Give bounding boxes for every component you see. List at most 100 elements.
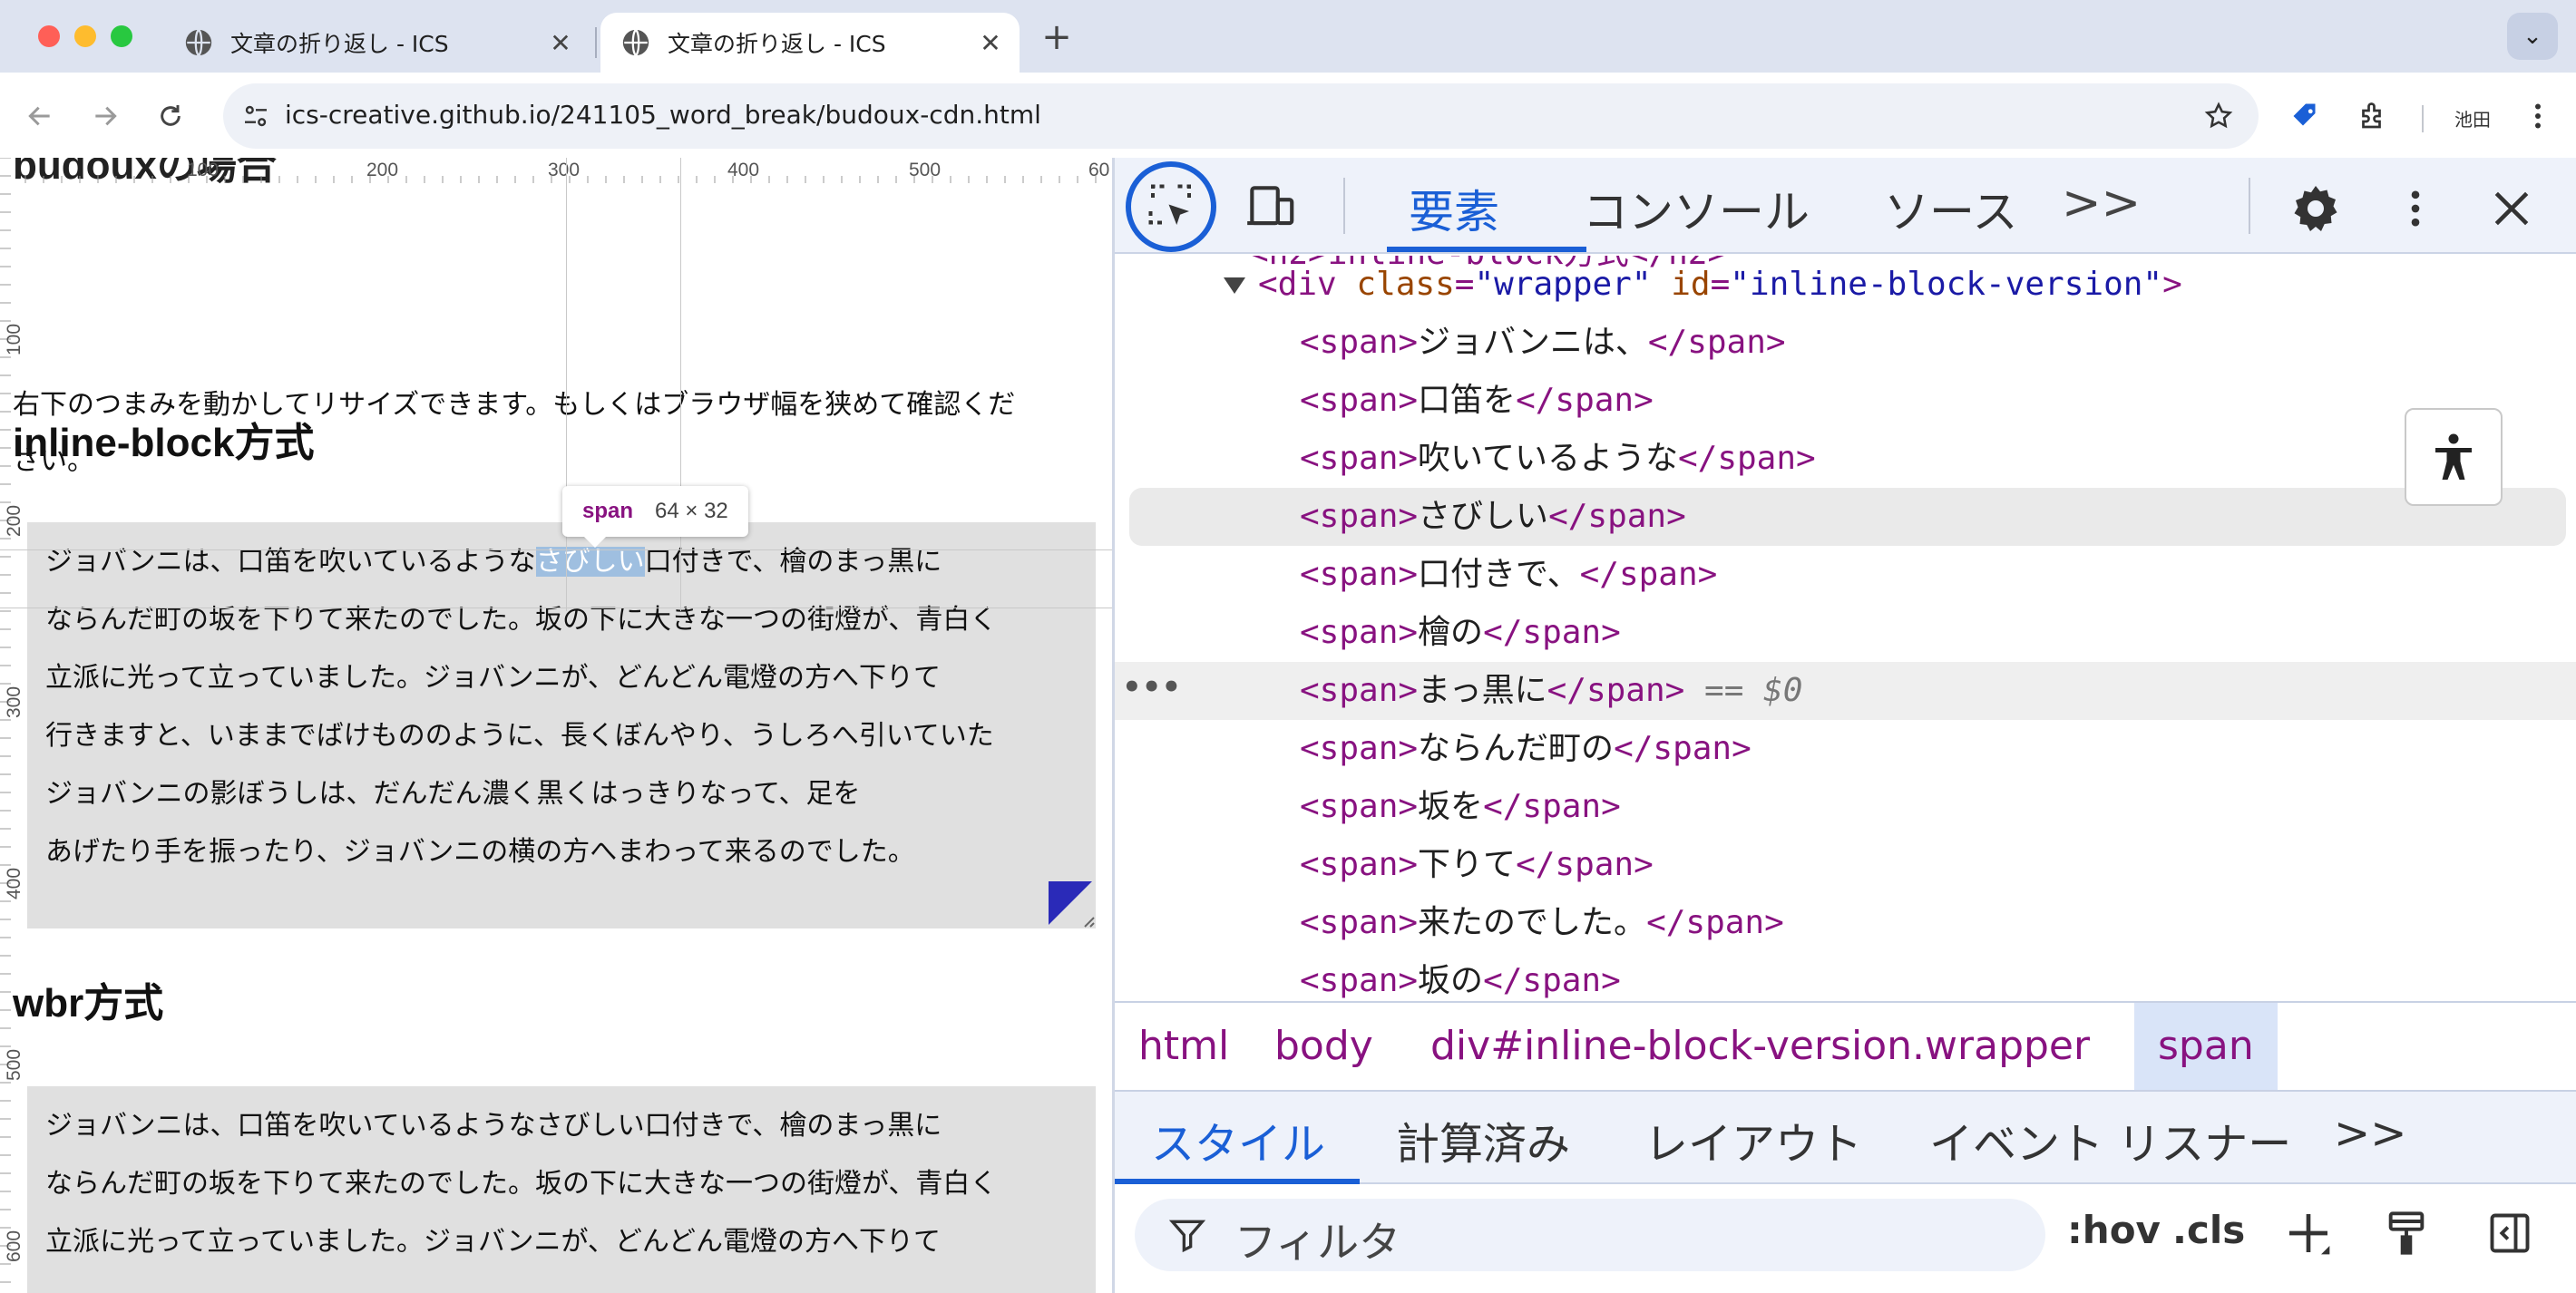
dom-attr-value: "wrapper" (1474, 266, 1652, 303)
active-tab-underline (1387, 247, 1586, 252)
dom-text: 檜の (1418, 614, 1484, 651)
browser-tab-1[interactable]: 文章の折り返し - ICS ✕ (163, 13, 590, 73)
breadcrumb-span[interactable]: span (2134, 1003, 2278, 1090)
toggle-sidebar-button[interactable] (2481, 1204, 2539, 1262)
extensions-puzzle-icon[interactable] (2349, 92, 2396, 140)
node-actions-icon[interactable]: ••• (1122, 669, 1181, 705)
new-style-rule-button[interactable] (2279, 1204, 2337, 1262)
globe-icon (185, 29, 212, 56)
tab-computed[interactable]: 計算済み (1396, 1108, 1570, 1171)
tab-console[interactable]: コンソール (1583, 176, 1810, 241)
breadcrumb-html[interactable]: html (1115, 1003, 1253, 1090)
profile-button[interactable]: 池田 (2454, 105, 2491, 131)
tab-close-icon[interactable]: ✕ (972, 28, 1009, 58)
active-tab-underline (1115, 1179, 1360, 1184)
dom-node-span[interactable]: <span>下りて</span> (1115, 836, 2576, 894)
inspect-element-button[interactable] (1126, 161, 1216, 252)
devtools-menu-button[interactable] (2386, 180, 2444, 238)
breadcrumb-body[interactable]: body (1251, 1003, 1397, 1090)
wrapper-line: ならんだ町の坂を下りて来たのでした。坂の下に大きな一つの街燈が、青白く (45, 605, 998, 635)
reload-icon (161, 105, 181, 126)
browser-menu-icon[interactable] (2514, 92, 2561, 140)
rendering-emulation-button[interactable] (2377, 1204, 2435, 1262)
browser-tab-2-active[interactable]: 文章の折り返し - ICS ✕ (600, 13, 1020, 73)
dom-attr-name: id (1671, 266, 1711, 303)
breadcrumb-wrapper[interactable]: div#inline-block-version.wrapper (1407, 1003, 2113, 1090)
settings-button[interactable] (2287, 180, 2345, 238)
back-button[interactable] (18, 94, 62, 138)
toolbar-divider (2249, 178, 2250, 234)
device-toolbar-button[interactable] (1242, 178, 1300, 236)
expand-caret-icon[interactable] (1224, 277, 1245, 294)
ruler-label: 300 (548, 160, 581, 180)
inspector-tooltip: span 64 × 32 (562, 486, 748, 537)
browser-toolbar: ics-creative.github.io/241105_word_break… (0, 73, 2576, 158)
devtools-toolbar: 要素 コンソール ソース >> (1115, 158, 2576, 254)
dom-node-span[interactable]: <span>坂を</span> (1115, 778, 2576, 836)
toolbar-divider (2422, 105, 2424, 132)
wrapper-line: 立派に光って立っていました。ジョバンニが、どんどん電燈の方へ下りて (45, 1227, 941, 1257)
kebab-menu-icon (2411, 190, 2420, 227)
dom-node-span[interactable]: <span>坂の</span> (1115, 952, 2576, 1001)
filter-icon (1168, 1220, 1206, 1253)
tab-close-icon[interactable]: ✕ (542, 28, 579, 58)
dom-node-span[interactable]: <span>来たのでした。</span> (1115, 894, 2576, 952)
filter-input[interactable]: フィルタ (1135, 1199, 2045, 1271)
more-tabs-button[interactable]: >> (2062, 176, 2141, 230)
dom-text: 口付きで、 (1418, 556, 1580, 593)
dom-text: > (2162, 266, 2182, 303)
dom-attr-name: class (1356, 266, 1455, 303)
dom-node-span[interactable]: <span>ジョバンニは、</span> (1115, 314, 2576, 372)
wrapper-line: 行きますと、いままでばけもののように、長くぼんやり、うしろへ引いていた (45, 721, 994, 751)
bookmark-star-icon[interactable] (2199, 96, 2239, 136)
selected-node-marker: == $0 (1704, 672, 1803, 709)
window-minimize-button[interactable] (74, 25, 96, 47)
window-close-button[interactable] (38, 25, 60, 47)
wrapper-line: ジョバンニは、口笛を吹いているようなさびしい口付きで、檜のまっ黒に (45, 1111, 942, 1141)
dom-node-span[interactable]: <span>檜の</span> (1115, 604, 2576, 662)
inspector-guide-line (0, 549, 1112, 550)
tab-search-button[interactable]: ⌄ (2507, 13, 2558, 60)
more-style-tabs-button[interactable]: >> (2334, 1108, 2406, 1159)
device-icon (1247, 186, 1294, 226)
window-zoom-button[interactable] (111, 25, 132, 47)
resize-handle[interactable] (1049, 881, 1096, 928)
dom-text: ならんだ町の (1418, 730, 1615, 767)
address-bar[interactable]: ics-creative.github.io/241105_word_break… (223, 83, 2259, 149)
reload-button[interactable] (149, 94, 192, 138)
wrapper-line: ならんだ町の坂を下りて来たのでした。坂の下に大きな一つの街燈が、青白く (45, 1169, 998, 1199)
dom-text: <div (1258, 266, 1337, 303)
wrapper-line: ジョバンニの影ぼうしは、だんだん濃く黒くはっきりなって、足を (45, 779, 861, 809)
tooltip-arrow (582, 535, 608, 548)
extension-tag-icon[interactable] (2282, 92, 2329, 140)
tab-elements[interactable]: 要素 (1409, 176, 1499, 241)
cls-toggle[interactable]: .cls (2172, 1208, 2245, 1252)
forward-button[interactable] (83, 94, 127, 138)
inspect-cursor-icon (1148, 184, 1191, 225)
ruler-label: 200 (366, 160, 399, 180)
new-tab-button[interactable]: + (1034, 15, 1079, 60)
dom-node-span[interactable]: <span>口笛を</span> (1115, 372, 2576, 430)
tab-sources[interactable]: ソース (1884, 176, 2018, 241)
accessibility-tree-button[interactable] (2405, 408, 2503, 506)
dom-text: 下りて (1418, 846, 1517, 883)
tab-strip: 文章の折り返し - ICS ✕ 文章の折り返し - ICS ✕ + ⌄ (0, 0, 2576, 73)
devtools-panel: 要素 コンソール ソース >> <h2>inline-block方式</h2> … (1112, 158, 2576, 1293)
ruler-label: 500 (909, 160, 942, 180)
dom-node-span[interactable]: <span>ならんだ町の</span> (1115, 720, 2576, 778)
accessibility-icon (2435, 433, 2472, 480)
dom-node-span-selected[interactable]: <span>まっ黒に</span> == $0 (1115, 662, 2576, 720)
dom-node-span-hovered[interactable]: <span>さびしい</span> (1129, 488, 2566, 546)
site-info-icon[interactable] (236, 96, 276, 136)
wrapper-line: 立派に光って立っていました。ジョバンニが、どんどん電燈の方へ下りて (45, 663, 941, 693)
tab-styles[interactable]: スタイル (1151, 1108, 1325, 1171)
text-segment: ジョバンニは、口笛を吹いているような (45, 547, 536, 577)
tab-layout[interactable]: レイアウト (1644, 1108, 1862, 1171)
dom-node-span[interactable]: <span>口付きで、</span> (1115, 546, 2576, 604)
hov-toggle[interactable]: :hov (2067, 1208, 2161, 1252)
close-devtools-button[interactable] (2483, 180, 2541, 238)
tab-event-listeners[interactable]: イベント リスナー (1929, 1108, 2291, 1171)
dom-text: 吹いているような (1418, 440, 1678, 477)
dom-node-span[interactable]: <span>吹いているような</span> (1115, 430, 2576, 488)
dom-node-wrapper[interactable]: <div class="wrapper" id="inline-block-ve… (1115, 256, 2576, 314)
